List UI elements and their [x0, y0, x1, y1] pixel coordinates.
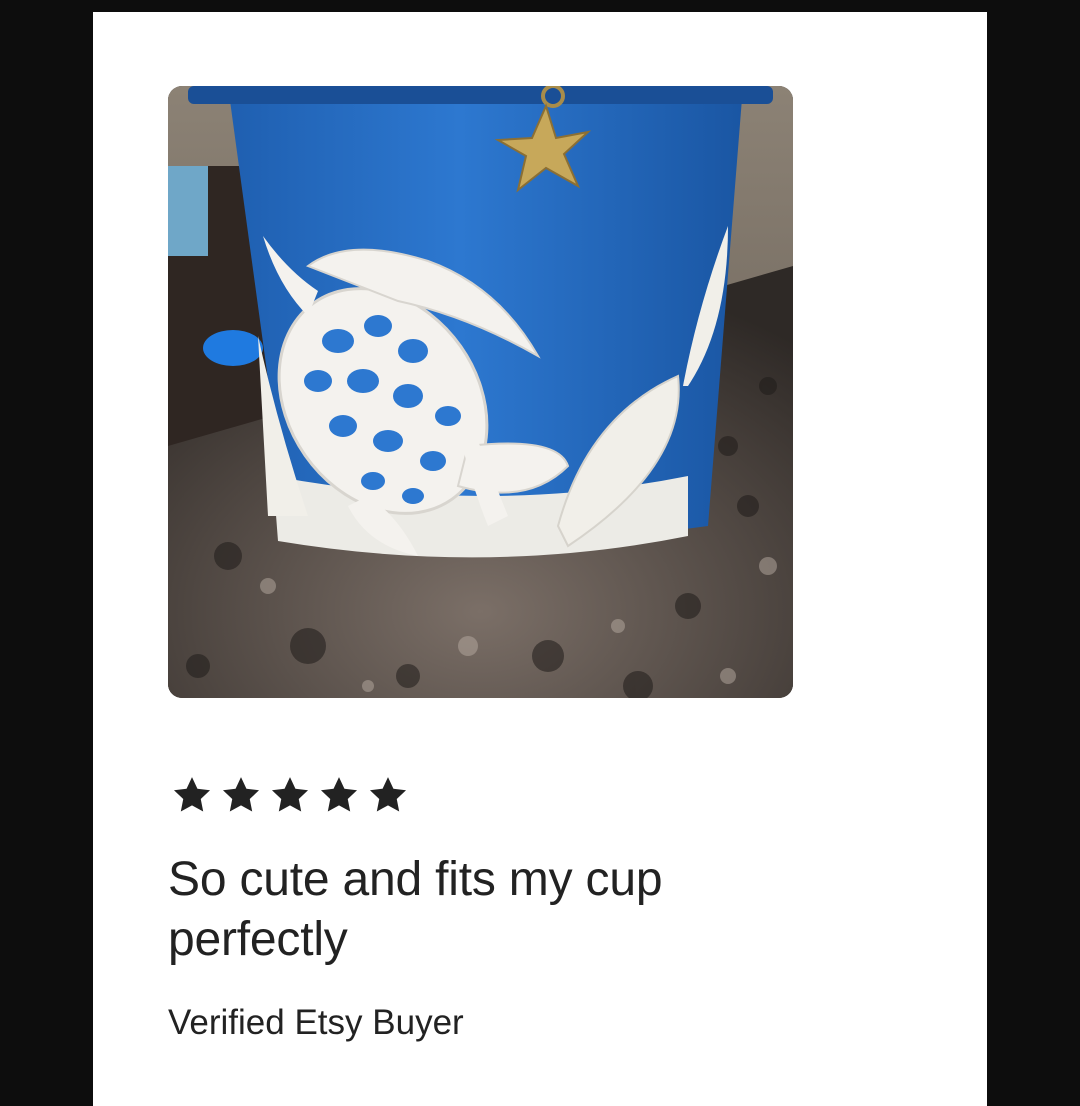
rating-stars — [171, 774, 409, 816]
star-icon — [320, 777, 358, 812]
reviewer-name: Verified Etsy Buyer — [168, 1003, 464, 1042]
star-icon — [369, 777, 407, 812]
review-photo-illustration — [168, 86, 793, 698]
star-icon — [222, 777, 260, 812]
review-card: So cute and fits my cup perfectly Verifi… — [93, 12, 987, 1106]
star-icon — [173, 777, 211, 812]
review-photo[interactable] — [168, 86, 793, 698]
star-icon — [271, 777, 309, 812]
review-title: So cute and fits my cup perfectly — [168, 853, 663, 966]
screenshot-frame: So cute and fits my cup perfectly Verifi… — [0, 0, 1080, 1106]
